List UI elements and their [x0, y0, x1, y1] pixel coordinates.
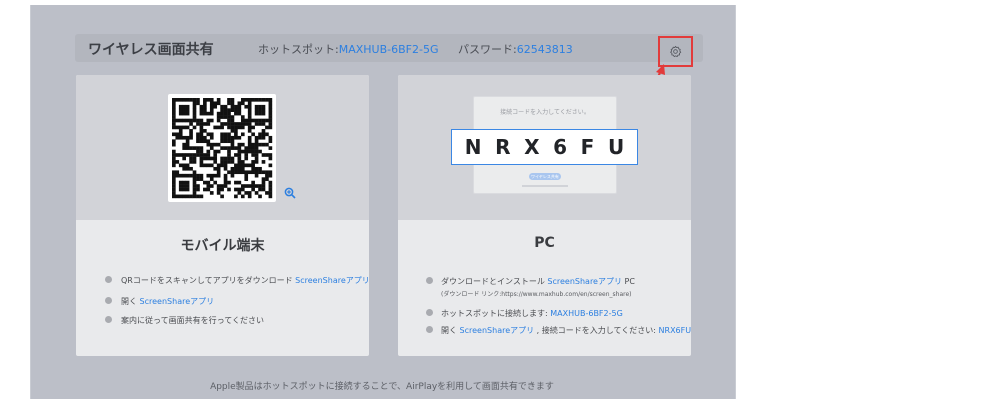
pc-step-1-suffix: PC: [621, 277, 635, 286]
hotspot-link: MAXHUB-6BF2-5G: [550, 309, 623, 318]
connection-code-link: NRX6FU: [658, 326, 691, 335]
airplay-footer: Apple製品はホットスポットに接続することで、AirPlayを利用して画面共有…: [210, 382, 554, 392]
preview-button: ワイヤレス共有: [529, 173, 561, 180]
pc-card-upper: 接続コードを入力してください。 ワイヤレス共有 N R X 6 F U: [398, 75, 691, 220]
preview-title: 接続コードを入力してください。: [500, 109, 590, 116]
step-bullet: [105, 297, 112, 304]
mobile-card-upper: [76, 75, 369, 220]
step-bullet: [426, 277, 433, 284]
pc-step-3-text: 開く: [441, 326, 460, 335]
mobile-step-3: 案内に従って画面共有を行ってください: [121, 315, 264, 326]
code-char: 6: [553, 135, 568, 159]
connection-code-display: N R X 6 F U: [451, 129, 638, 165]
code-char: R: [495, 135, 511, 159]
pc-step-2: ホットスポットに接続します: MAXHUB-6BF2-5G: [441, 308, 623, 319]
screenshare-app-link[interactable]: ScreenShareアプリ: [547, 277, 622, 286]
step-bullet: [426, 309, 433, 316]
step-bullet: [426, 326, 433, 333]
zoom-in-icon[interactable]: [284, 187, 296, 199]
mobile-step-1-text: QRコードをスキャンしてアプリをダウンロード: [121, 276, 296, 285]
password-value: 62543813: [516, 43, 573, 56]
hotspot-value: MAXHUB-6BF2-5G: [338, 43, 439, 56]
pc-step-1: ダウンロードとインストール ScreenShareアプリ PC: [441, 276, 635, 287]
pc-step-3: 開く ScreenShareアプリ , 接続コードを入力してください: NRX6…: [441, 325, 691, 336]
mobile-card: モバイル端末 QRコードをスキャンしてアプリをダウンロード ScreenShar…: [76, 75, 369, 356]
password-info: パスワード:62543813: [458, 41, 573, 57]
mobile-title: モバイル端末: [180, 238, 265, 254]
mobile-step-2: 開く ScreenShareアプリ: [121, 296, 214, 307]
qr-code[interactable]: [168, 94, 276, 202]
wireless-share-panel: ワイヤレス画面共有 ホットスポット:MAXHUB-6BF2-5G パスワード:6…: [30, 5, 736, 399]
mobile-step-1: QRコードをスキャンしてアプリをダウンロード ScreenShareアプリ: [121, 275, 369, 286]
code-char: X: [524, 135, 540, 159]
pc-card: 接続コードを入力してください。 ワイヤレス共有 N R X 6 F U PC ダ…: [398, 75, 691, 356]
pc-step-2-text: ホットスポットに接続します:: [441, 309, 551, 318]
hotspot-info: ホットスポット:MAXHUB-6BF2-5G: [258, 41, 438, 57]
mobile-step-2-text: 開く: [121, 297, 140, 306]
step-bullet: [105, 276, 112, 283]
preview-line: [522, 185, 568, 187]
screenshare-app-link[interactable]: ScreenShareアプリ: [140, 297, 215, 306]
header-bar: ワイヤレス画面共有 ホットスポット:MAXHUB-6BF2-5G パスワード:6…: [75, 34, 703, 62]
qr-code-image: [172, 98, 273, 199]
password-label: パスワード:: [458, 43, 517, 56]
download-link-text: (ダウンロード リンク:https://www.maxhub.com/en/sc…: [441, 291, 632, 298]
code-char: F: [580, 135, 595, 159]
screenshare-app-link[interactable]: ScreenShareアプリ: [460, 326, 535, 335]
pc-step-3-mid: , 接続コードを入力してください:: [534, 326, 659, 335]
pc-title: PC: [534, 235, 555, 251]
code-char: N: [464, 135, 482, 159]
step-bullet: [105, 316, 112, 323]
hotspot-label: ホットスポット:: [258, 43, 339, 56]
mobile-step-3-text: 案内に従って画面共有を行ってください: [121, 316, 264, 325]
code-char: U: [607, 135, 625, 159]
page-title: ワイヤレス画面共有: [88, 42, 214, 58]
screenshare-app-link[interactable]: ScreenShareアプリ: [295, 276, 369, 285]
pc-step-1-text: ダウンロードとインストール: [441, 277, 548, 286]
gear-icon: [670, 45, 682, 58]
